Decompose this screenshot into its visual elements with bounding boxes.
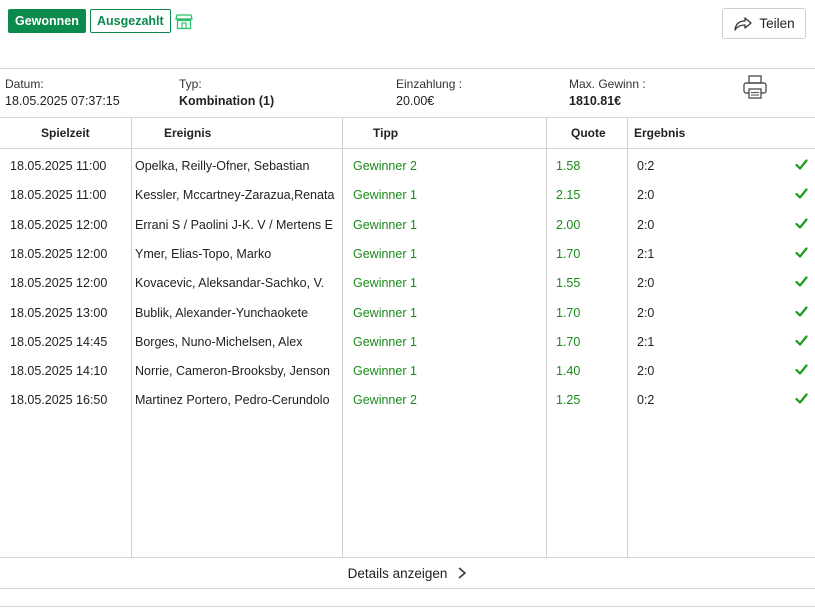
cell-tip: Gewinner 1 xyxy=(353,188,417,202)
shop-icon xyxy=(175,12,193,30)
cell-match-time: 18.05.2025 16:50 xyxy=(10,393,108,407)
share-icon xyxy=(734,16,753,31)
cell-quote: 1.70 xyxy=(556,247,581,261)
column-header-event: Ereignis xyxy=(164,126,212,140)
cell-match-time: 18.05.2025 11:00 xyxy=(10,188,107,202)
cell-result: 2:0 xyxy=(637,276,655,290)
cell-quote: 1.25 xyxy=(556,393,581,407)
cell-match-time: 18.05.2025 14:45 xyxy=(10,335,108,349)
check-icon xyxy=(795,305,808,318)
check-icon xyxy=(795,187,808,200)
cell-event: Bublik, Alexander-Yunchaokete xyxy=(135,306,309,320)
details-button[interactable]: Details anzeigen xyxy=(0,558,815,588)
cell-match-time: 18.05.2025 12:00 xyxy=(10,218,108,232)
type-label: Typ: xyxy=(179,77,202,91)
cell-tip: Gewinner 1 xyxy=(353,247,417,261)
status-badge-won: Gewonnen xyxy=(8,9,86,33)
cell-quote: 1.58 xyxy=(556,159,581,173)
status-badge-paid: Ausgezahlt xyxy=(90,9,171,33)
cell-tip: Gewinner 1 xyxy=(353,364,417,378)
type-value: Kombination (1) xyxy=(179,94,275,108)
column-header-quote: Quote xyxy=(571,126,606,140)
bet-header: Gewonnen Ausgezahlt Teilen xyxy=(0,0,815,68)
divider xyxy=(0,588,815,589)
check-icon xyxy=(795,246,808,259)
table-row: 18.05.2025 14:10 Norrie, Cameron-Brooksby… xyxy=(0,364,815,393)
cell-event: Martinez Portero, Pedro-Cerundolo xyxy=(135,393,330,407)
max-win-label: Max. Gewinn : xyxy=(569,77,646,91)
details-label: Details anzeigen xyxy=(347,565,448,581)
printer-icon[interactable] xyxy=(742,74,768,100)
table-row: 18.05.2025 13:00 Bublik, Alexander-Yuncha… xyxy=(0,306,815,335)
cell-result: 2:0 xyxy=(637,188,655,202)
cell-tip: Gewinner 2 xyxy=(353,393,417,407)
cell-match-time: 18.05.2025 13:00 xyxy=(10,306,108,320)
max-win-value: 1810.81€ xyxy=(569,94,622,108)
check-icon xyxy=(795,275,808,288)
divider xyxy=(0,117,815,118)
cell-event: Errani S / Paolini J-K. V / Mertens E xyxy=(135,218,333,232)
cell-event: Norrie, Cameron-Brooksby, Jenson xyxy=(135,364,330,378)
cell-tip: Gewinner 1 xyxy=(353,306,417,320)
table-row: 18.05.2025 11:00 Opelka, Reilly-Ofner, Se… xyxy=(0,159,815,188)
date-label: Datum: xyxy=(5,77,44,91)
meta-max-win: Max. Gewinn : 1810.81€ xyxy=(569,77,646,108)
divider xyxy=(0,606,815,607)
chevron-right-icon xyxy=(458,567,467,579)
table-row: 18.05.2025 12:00 Errani S / Paolini J-K. … xyxy=(0,218,815,247)
check-icon xyxy=(795,363,808,376)
cell-quote: 1.70 xyxy=(556,306,581,320)
column-header-result: Ergebnis xyxy=(634,126,686,140)
cell-result: 0:2 xyxy=(637,159,655,173)
check-icon xyxy=(795,334,808,347)
cell-event: Borges, Nuno-Michelsen, Alex xyxy=(135,335,303,349)
cell-result: 2:0 xyxy=(637,218,655,232)
cell-match-time: 18.05.2025 12:00 xyxy=(10,247,108,261)
cell-quote: 2.00 xyxy=(556,218,581,232)
cell-event: Opelka, Reilly-Ofner, Sebastian xyxy=(135,159,310,173)
table-row: 18.05.2025 12:00 Ymer, Elias-Topo, Marko G… xyxy=(0,247,815,276)
cell-result: 2:1 xyxy=(637,335,655,349)
cell-quote: 1.70 xyxy=(556,335,581,349)
check-icon xyxy=(795,392,808,405)
cell-result: 2:0 xyxy=(637,364,655,378)
cell-tip: Gewinner 1 xyxy=(353,335,417,349)
stake-value: 20.00€ xyxy=(396,94,435,108)
divider xyxy=(0,68,815,69)
column-header-tip: Tipp xyxy=(373,126,399,140)
share-label: Teilen xyxy=(759,16,795,31)
stake-label: Einzahlung : xyxy=(396,77,463,91)
cell-tip: Gewinner 1 xyxy=(353,276,417,290)
table-row: 18.05.2025 14:45 Borges, Nuno-Michelsen, … xyxy=(0,335,815,364)
cell-match-time: 18.05.2025 11:00 xyxy=(10,159,107,173)
cell-quote: 1.55 xyxy=(556,276,581,290)
table-row: 18.05.2025 12:00 Kovacevic, Aleksandar-Sa… xyxy=(0,276,815,305)
check-icon xyxy=(795,158,808,171)
meta-type: Typ: Kombination (1) xyxy=(179,77,274,108)
cell-event: Kessler, Mccartney-Zarazua,Renata xyxy=(135,188,335,202)
cell-quote: 2.15 xyxy=(556,188,581,202)
cell-event: Kovacevic, Aleksandar-Sachko, V. xyxy=(135,276,325,290)
date-value: 18.05.2025 07:37:15 xyxy=(5,94,120,108)
check-icon xyxy=(795,217,808,230)
cell-tip: Gewinner 1 xyxy=(353,218,417,232)
table-row: 18.05.2025 16:50 Martinez Portero, Pedro-… xyxy=(0,393,815,422)
meta-date: Datum: 18.05.2025 07:37:15 xyxy=(5,77,120,108)
cell-match-time: 18.05.2025 12:00 xyxy=(10,276,108,290)
meta-stake: Einzahlung : 20.00€ xyxy=(396,77,462,108)
cell-result: 2:0 xyxy=(637,306,655,320)
divider xyxy=(0,148,815,149)
cell-match-time: 18.05.2025 14:10 xyxy=(10,364,108,378)
cell-result: 0:2 xyxy=(637,393,655,407)
share-button[interactable]: Teilen xyxy=(722,8,806,39)
cell-result: 2:1 xyxy=(637,247,655,261)
cell-tip: Gewinner 2 xyxy=(353,159,417,173)
cell-quote: 1.40 xyxy=(556,364,581,378)
table-row: 18.05.2025 11:00 Kessler, Mccartney-Zaraz… xyxy=(0,188,815,217)
column-header-time: Spielzeit xyxy=(41,126,90,140)
cell-event: Ymer, Elias-Topo, Marko xyxy=(135,247,272,261)
